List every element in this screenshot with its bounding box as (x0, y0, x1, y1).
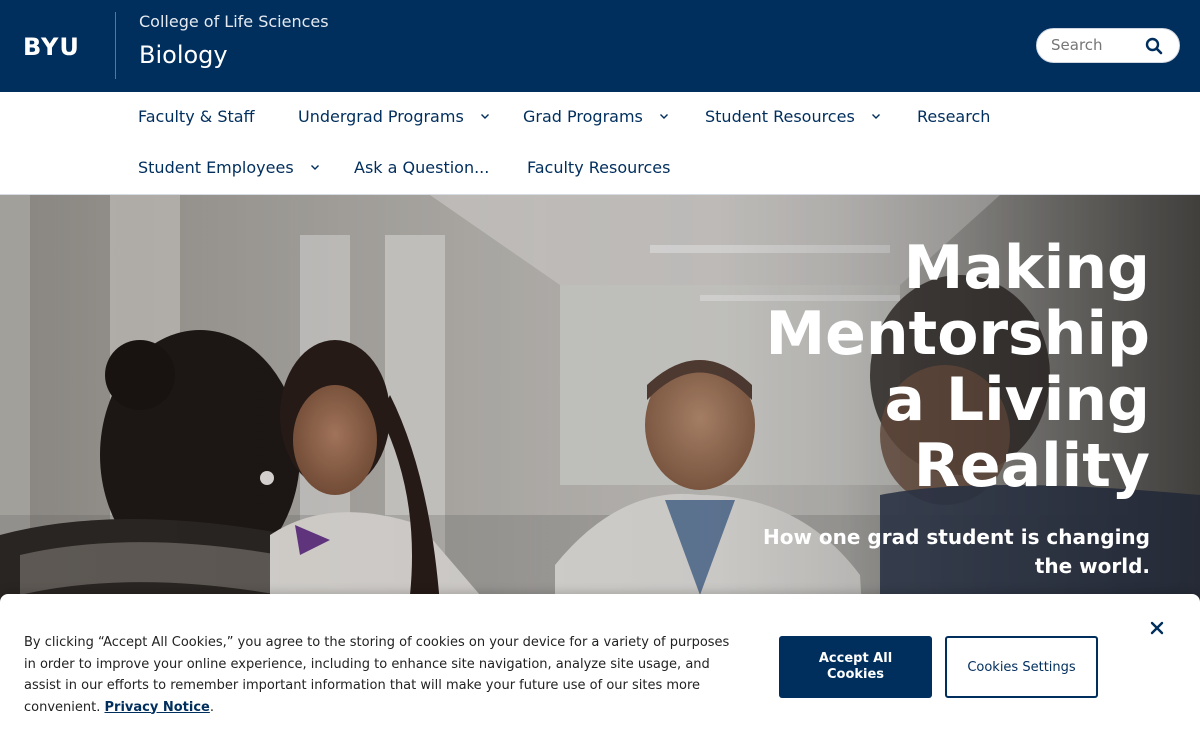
chevron-down-icon (480, 114, 489, 119)
nav-item-label: Ask a Question... (354, 157, 490, 177)
nav-item-research[interactable]: Research (917, 104, 990, 128)
chevron-down-icon (659, 114, 668, 119)
nav-item-faculty-resources[interactable]: Faculty Resources (527, 155, 670, 179)
chevron-down-icon (871, 114, 880, 119)
nav-item-student-employees[interactable]: Student Employees (138, 155, 320, 179)
byu-logo[interactable]: BYU (23, 33, 80, 61)
hero-subtitle[interactable]: How one grad student is changing the wor… (730, 523, 1150, 581)
nav-item-grad-programs[interactable]: Grad Programs (523, 104, 669, 128)
main-nav: Faculty & Staff Undergrad Programs Grad … (0, 92, 1200, 195)
nav-item-label: Student Employees (138, 157, 294, 177)
search-icon[interactable] (1144, 36, 1164, 56)
nav-item-faculty-staff[interactable]: Faculty & Staff (138, 104, 255, 128)
nav-item-label: Faculty & Staff (138, 106, 255, 126)
cookies-settings-button[interactable]: Cookies Settings (945, 636, 1098, 698)
header-divider (115, 12, 116, 79)
close-icon[interactable] (1147, 618, 1167, 638)
accept-all-cookies-button[interactable]: Accept All Cookies (779, 636, 932, 698)
nav-item-student-resources[interactable]: Student Resources (705, 104, 881, 128)
chevron-down-icon (310, 165, 319, 170)
cookie-period: . (209, 699, 214, 715)
search-box[interactable] (1036, 28, 1180, 63)
nav-item-label: Faculty Resources (527, 157, 671, 177)
department-title[interactable]: Biology (139, 41, 228, 69)
nav-item-label: Undergrad Programs (298, 106, 464, 126)
college-link[interactable]: College of Life Sciences (139, 12, 329, 31)
site-header: BYU College of Life Sciences Biology (0, 0, 1200, 92)
cookie-banner: By clicking “Accept All Cookies,” you ag… (0, 594, 1200, 740)
hero-title[interactable]: Making Mentorship a Living Reality (720, 235, 1150, 499)
nav-item-label: Student Resources (705, 106, 855, 126)
nav-item-undergrad-programs[interactable]: Undergrad Programs (298, 104, 490, 128)
cookie-text-block: By clicking “Accept All Cookies,” you ag… (24, 632, 734, 718)
nav-item-label: Research (917, 106, 991, 126)
search-input[interactable] (1051, 36, 1141, 54)
nav-item-ask-a-question[interactable]: Ask a Question... (354, 155, 489, 179)
nav-item-label: Grad Programs (523, 106, 643, 126)
privacy-notice-link[interactable]: Privacy Notice (105, 700, 210, 715)
